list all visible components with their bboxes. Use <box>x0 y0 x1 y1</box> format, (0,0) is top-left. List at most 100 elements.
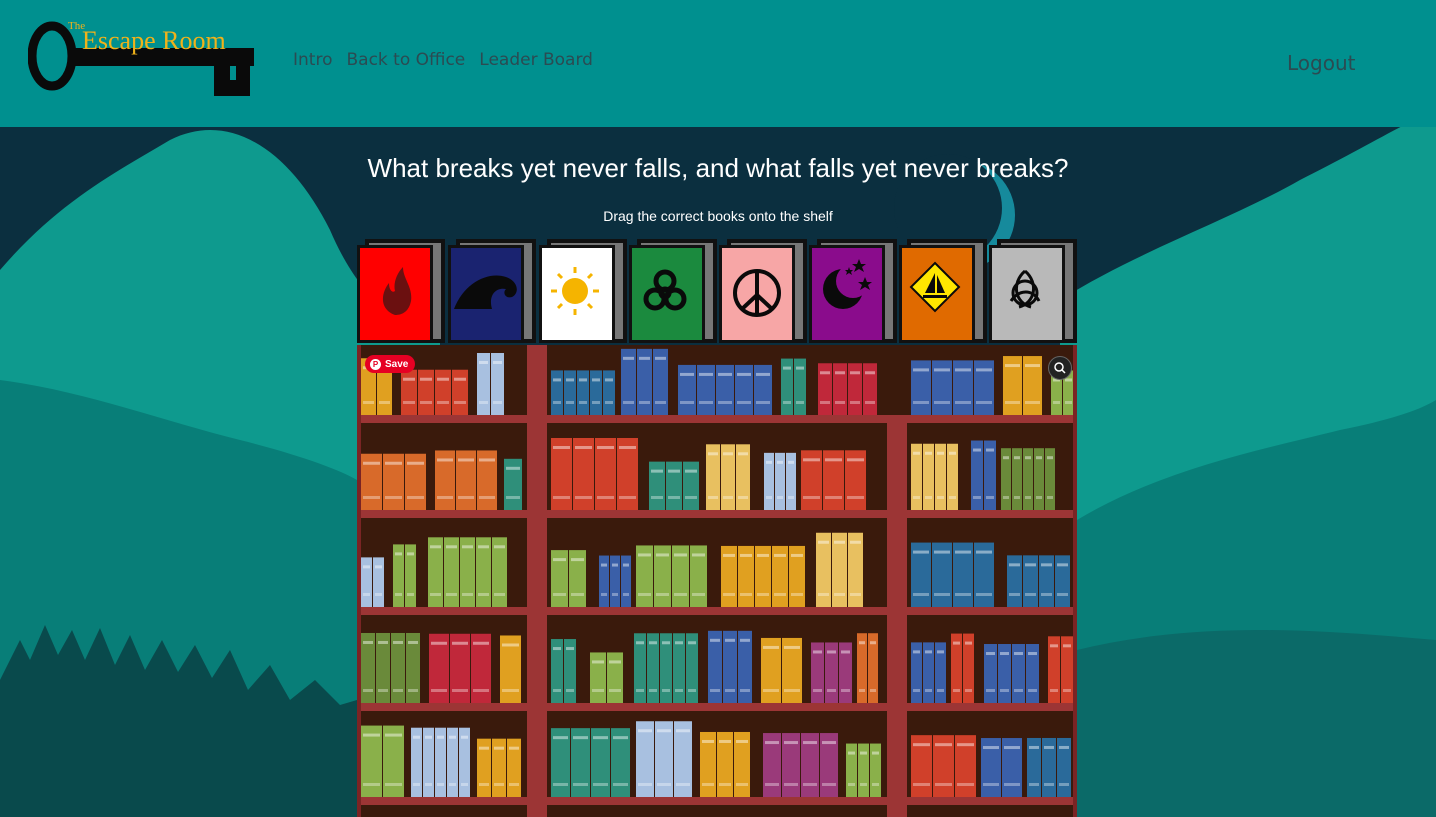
shelf-book-band <box>934 550 950 554</box>
shelf-book-band <box>913 451 920 455</box>
shelf-book-band <box>413 735 420 739</box>
shelf-book-band <box>674 593 687 596</box>
book-peace[interactable] <box>719 237 807 343</box>
shelf-book-band <box>649 689 657 692</box>
shelf-book-band <box>827 689 836 692</box>
shelf-book-band <box>955 593 971 596</box>
shelf-book-band <box>639 356 650 360</box>
shelf-book-band <box>1005 364 1020 368</box>
shelf-book-band <box>403 401 415 404</box>
shelf-book-band <box>925 689 932 692</box>
shelf-book-band <box>553 558 566 562</box>
shelf-book-band <box>452 641 468 645</box>
shelf-book-band <box>553 378 561 382</box>
visual-search-icon[interactable] <box>1048 356 1072 380</box>
shelf-book-band <box>723 553 735 557</box>
shelf-book-band <box>494 593 505 596</box>
shelf-book-band <box>913 743 930 747</box>
book-sailboat[interactable] <box>899 237 987 343</box>
shelf-book-band <box>872 783 879 786</box>
shelf-book-band <box>965 689 972 692</box>
shelf-divider <box>887 415 907 817</box>
shelf-book-band <box>783 366 791 370</box>
shelf-plank <box>357 415 1077 423</box>
shelf-book-band <box>566 401 574 404</box>
shelf-book-band <box>841 650 850 654</box>
shelf-book-band <box>1009 563 1020 567</box>
shelf-book-band <box>407 461 424 465</box>
riddle-question: What breaks yet never falls, and what fa… <box>367 153 1069 183</box>
shelf-book-band <box>737 401 751 404</box>
shelf-book-band <box>1065 401 1072 404</box>
shelf-book-band <box>378 689 388 692</box>
escape-room-logo[interactable]: The Escape Room <box>28 18 258 100</box>
book-sun[interactable] <box>539 237 627 343</box>
shelf-book-band <box>723 496 733 499</box>
shelf-book-band <box>636 641 644 645</box>
shelf-book-band <box>407 496 424 499</box>
logout-link[interactable]: Logout <box>1287 51 1355 75</box>
shelf-book-band <box>597 445 614 449</box>
shelf-book-band <box>813 650 822 654</box>
shelf-book-band <box>651 469 663 473</box>
shelf-book-band <box>935 743 952 747</box>
shelf-book-band <box>935 783 952 786</box>
shelf-book-band <box>430 545 441 549</box>
shelf-book-band <box>813 689 822 692</box>
shelf-book-band <box>579 378 587 382</box>
shelf-book-band <box>913 783 930 786</box>
shelf-book <box>361 557 372 607</box>
nav-intro-link[interactable]: Intro <box>293 50 332 70</box>
shelf-book-band <box>784 689 800 692</box>
shelf-book-band <box>1009 593 1020 596</box>
shelf-book-band <box>431 641 447 645</box>
shelf-book-band <box>1036 456 1042 460</box>
shelf-book <box>649 461 665 510</box>
shelf-book <box>603 370 615 415</box>
shelf-book-band <box>408 689 418 692</box>
shelf-plank <box>357 797 1077 805</box>
shelf-book-band <box>506 496 520 499</box>
shelf-book-band <box>757 593 769 596</box>
shelf-book-band <box>803 783 817 786</box>
shelf-book-band <box>680 401 694 404</box>
shelf-book-band <box>553 647 561 651</box>
book-triquetra[interactable] <box>989 237 1077 343</box>
shelf-book-band <box>937 451 944 455</box>
shelf-book-band <box>865 401 875 404</box>
bookshelf[interactable] <box>357 345 1077 817</box>
shelf-book-band <box>955 401 971 404</box>
shelf-book-band <box>454 377 466 381</box>
shelf-book-band <box>822 783 836 786</box>
shelf-book-band <box>479 783 489 786</box>
book-wave[interactable] <box>448 237 536 343</box>
shelf-book-band <box>1029 745 1039 749</box>
book-moon[interactable] <box>809 237 897 343</box>
shelf-book-band <box>1025 401 1040 404</box>
shelf-book-band <box>636 689 644 692</box>
shelf-book-band <box>431 689 447 692</box>
shelf-book-band <box>913 550 929 554</box>
shelf-book-band <box>638 783 652 786</box>
shelf-book-band <box>738 452 748 456</box>
shelf-book-band <box>363 461 380 465</box>
shelf-book-band <box>865 371 875 375</box>
shelf-book <box>1007 555 1022 607</box>
pinterest-save-button[interactable]: P Save <box>365 355 416 373</box>
nav-back-to-office-link[interactable]: Back to Office <box>346 50 465 70</box>
book-biohazard[interactable] <box>629 237 717 343</box>
shelf-book <box>621 555 631 607</box>
shelf-book-band <box>925 496 932 499</box>
shelf-book-band <box>619 445 636 449</box>
shelf-book-band <box>458 458 474 462</box>
shelf-book <box>610 555 620 607</box>
shelf-book-band <box>1014 456 1020 460</box>
shelf-book-band <box>803 458 820 462</box>
shelf-book-band <box>449 783 456 786</box>
book-fire[interactable] <box>357 237 445 343</box>
shelf-book-band <box>1036 496 1042 499</box>
shelf-book-band <box>1028 689 1037 692</box>
nav-leader-board-link[interactable]: Leader Board <box>479 50 593 70</box>
shelf-book-band <box>478 593 489 596</box>
pinterest-icon: P <box>370 358 381 370</box>
